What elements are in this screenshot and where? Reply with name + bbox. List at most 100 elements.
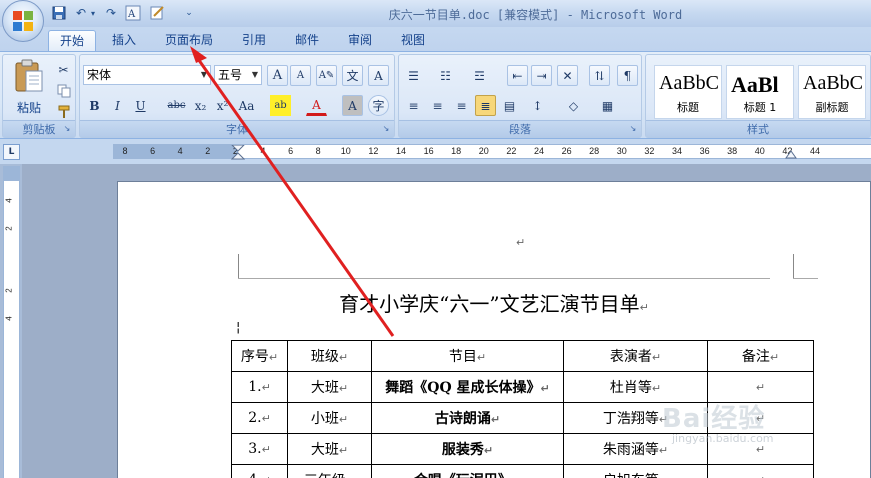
shading-icon[interactable]: ◇ [563,95,584,116]
title-bar: ↶ ▾ ↷ A ⌄ 庆六一节目单.doc [兼容模式] - Microsoft … [0,0,871,27]
cut-icon[interactable]: ✂ [53,59,74,80]
ruler-number: 24 [533,146,545,156]
sort-icon[interactable]: ⇅ [589,65,610,86]
decrease-indent-icon[interactable]: ⇤ [507,65,528,86]
table-cell[interactable]: 古诗朗诵↵ [371,402,564,434]
ruler-number: 30 [616,146,627,156]
table-header-cell[interactable]: 节目↵ [371,340,564,372]
italic-icon: I [115,98,120,113]
bullets-icon[interactable]: ☰ [403,65,424,86]
subscript-button[interactable]: x₂ [190,95,211,116]
multilevel-list-icon[interactable]: ☲ [469,65,490,86]
change-case-button[interactable]: Aa [236,95,257,116]
table-cell[interactable]: 2.↵ [231,402,288,434]
chinese-layout-icon[interactable]: ✕ [557,65,578,86]
table-cell[interactable]: 三年级↵ [287,464,372,478]
format-painter-icon[interactable] [53,101,74,122]
tab-review[interactable]: 审阅 [338,30,382,51]
cell-mark: ↵ [483,444,494,457]
clipboard-group: 粘贴 ✂ 剪贴板 ↘ [2,54,76,138]
ruler-number: 38 [727,146,738,156]
shrink-font-button[interactable]: A [290,65,311,86]
tab-view[interactable]: 视图 [391,30,435,51]
top-margin-area [4,166,19,181]
strikethrough-button[interactable]: abc [166,95,187,116]
increase-indent-icon[interactable]: ⇥ [531,65,552,86]
tab-home[interactable]: 开始 [48,30,96,51]
enclose-char-button[interactable]: 字 [368,95,389,116]
ruler-number: 28 [589,146,600,156]
table-cell[interactable]: 4.↵ [231,464,288,478]
line-spacing-icon[interactable]: ↕ [527,95,548,116]
tab-page-layout[interactable]: 页面布局 [157,30,221,51]
copy-icon[interactable] [53,80,74,101]
justify-icon[interactable]: ≣ [475,95,496,116]
font-size-dropdown-icon[interactable]: ▼ [249,66,261,84]
indent-marker-icon[interactable] [231,145,245,160]
table-cell[interactable]: 1.↵ [231,371,288,403]
ruler-number: 12 [368,146,379,156]
clear-formatting-button[interactable]: A✎ [316,65,337,86]
table-header-cell[interactable]: 表演者↵ [563,340,708,372]
cell-text: 3. [248,441,262,457]
table-header-cell[interactable]: 班级↵ [287,340,372,372]
tab-references[interactable]: 引用 [232,30,276,51]
table-cell[interactable]: 启旭东等↵ [563,464,708,478]
table-header-cell[interactable]: 序号↵ [231,340,288,372]
style-heading-1[interactable]: AaBl 标题 1 [726,65,794,119]
font-name-dropdown-icon[interactable]: ▼ [198,66,210,84]
highlight-button[interactable]: ab [270,95,291,116]
align-center-icon[interactable]: ≡ [427,95,448,116]
highlight-icon: ab [274,100,287,111]
char-border-icon: A [374,68,383,83]
crop-mark-right-h [793,278,818,279]
align-left-icon[interactable]: ≡ [403,95,424,116]
table-cell[interactable]: 3.↵ [231,433,288,465]
office-button[interactable] [2,0,44,42]
align-right-icon[interactable]: ≡ [451,95,472,116]
table-cell[interactable]: 合唱《玩泥巴》↵ [371,464,564,478]
phonetic-guide-button[interactable]: 文 [342,65,363,86]
char-border-button[interactable]: A [368,65,389,86]
cell-mark: ↵ [262,474,271,478]
vertical-ruler[interactable]: 4 2 2 4 [3,166,20,478]
document-heading[interactable]: 育才小学庆“六一”文艺汇演节目单↵ [238,288,750,317]
horizontal-ruler[interactable]: 8 6 4 2 2 4 6 8 10 12 14 16 18 20 22 24 26 28 30 32 34 36 38 40… [113,144,871,160]
borders-icon[interactable]: ▦ [597,95,618,116]
table-cell[interactable]: 大班↵ [287,433,372,465]
enclose-char-icon: 字 [372,99,385,113]
table-cell[interactable]: 小班↵ [287,402,372,434]
table-cell[interactable]: ↵ [707,464,814,478]
style-title[interactable]: AaBbC 标题 [654,65,722,119]
style-heading-1-sample: AaBl [731,72,779,97]
table-cell[interactable]: 服装秀↵ [371,433,564,465]
paragraph-launcher-icon[interactable]: ↘ [628,124,638,134]
font-name-combo[interactable]: 宋体 ▼ [83,65,211,85]
right-indent-marker-icon[interactable] [785,149,797,159]
font-color-button[interactable]: A [306,95,327,116]
grow-font-button[interactable]: A [267,65,288,86]
underline-button[interactable]: U [130,95,151,116]
style-subtitle[interactable]: AaBbC 副标题 [798,65,866,119]
font-launcher-icon[interactable]: ↘ [381,124,391,134]
paragraph-group: ☰ ☷ ☲ ⇤ ⇥ ✕ ⇅ ¶ ≡ ≡ ≡ ≣ ▤ ↕ ◇ ▦ 段落 ↘ [398,54,642,138]
distributed-icon[interactable]: ▤ [499,95,520,116]
clipboard-launcher-icon[interactable]: ↘ [62,124,72,134]
tab-selector-label: L [8,147,15,157]
bold-button[interactable]: B [84,95,105,116]
show-marks-icon[interactable]: ¶ [617,65,638,86]
tab-mailings[interactable]: 邮件 [285,30,329,51]
tab-insert[interactable]: 插入 [102,30,146,51]
table-header-cell[interactable]: 备注↵ [707,340,814,372]
table-cell[interactable]: 大班↵ [287,371,372,403]
table-cell[interactable]: 舞蹈《QQ 星成长体操》↵ [371,371,564,403]
ribbon: 粘贴 ✂ 剪贴板 ↘ 宋体 ▼ 五号 ▼ A A A✎ 文 A B I U ab… [0,51,871,139]
font-size-combo[interactable]: 五号 ▼ [214,65,262,85]
italic-button[interactable]: I [107,95,128,116]
left-margin-area [113,145,238,158]
numbering-icon[interactable]: ☷ [435,65,456,86]
paste-button[interactable]: 粘贴 [9,59,49,117]
superscript-button[interactable]: x² [212,95,233,116]
char-shading-button[interactable]: A [342,95,363,116]
tab-selector[interactable]: L [3,144,20,160]
